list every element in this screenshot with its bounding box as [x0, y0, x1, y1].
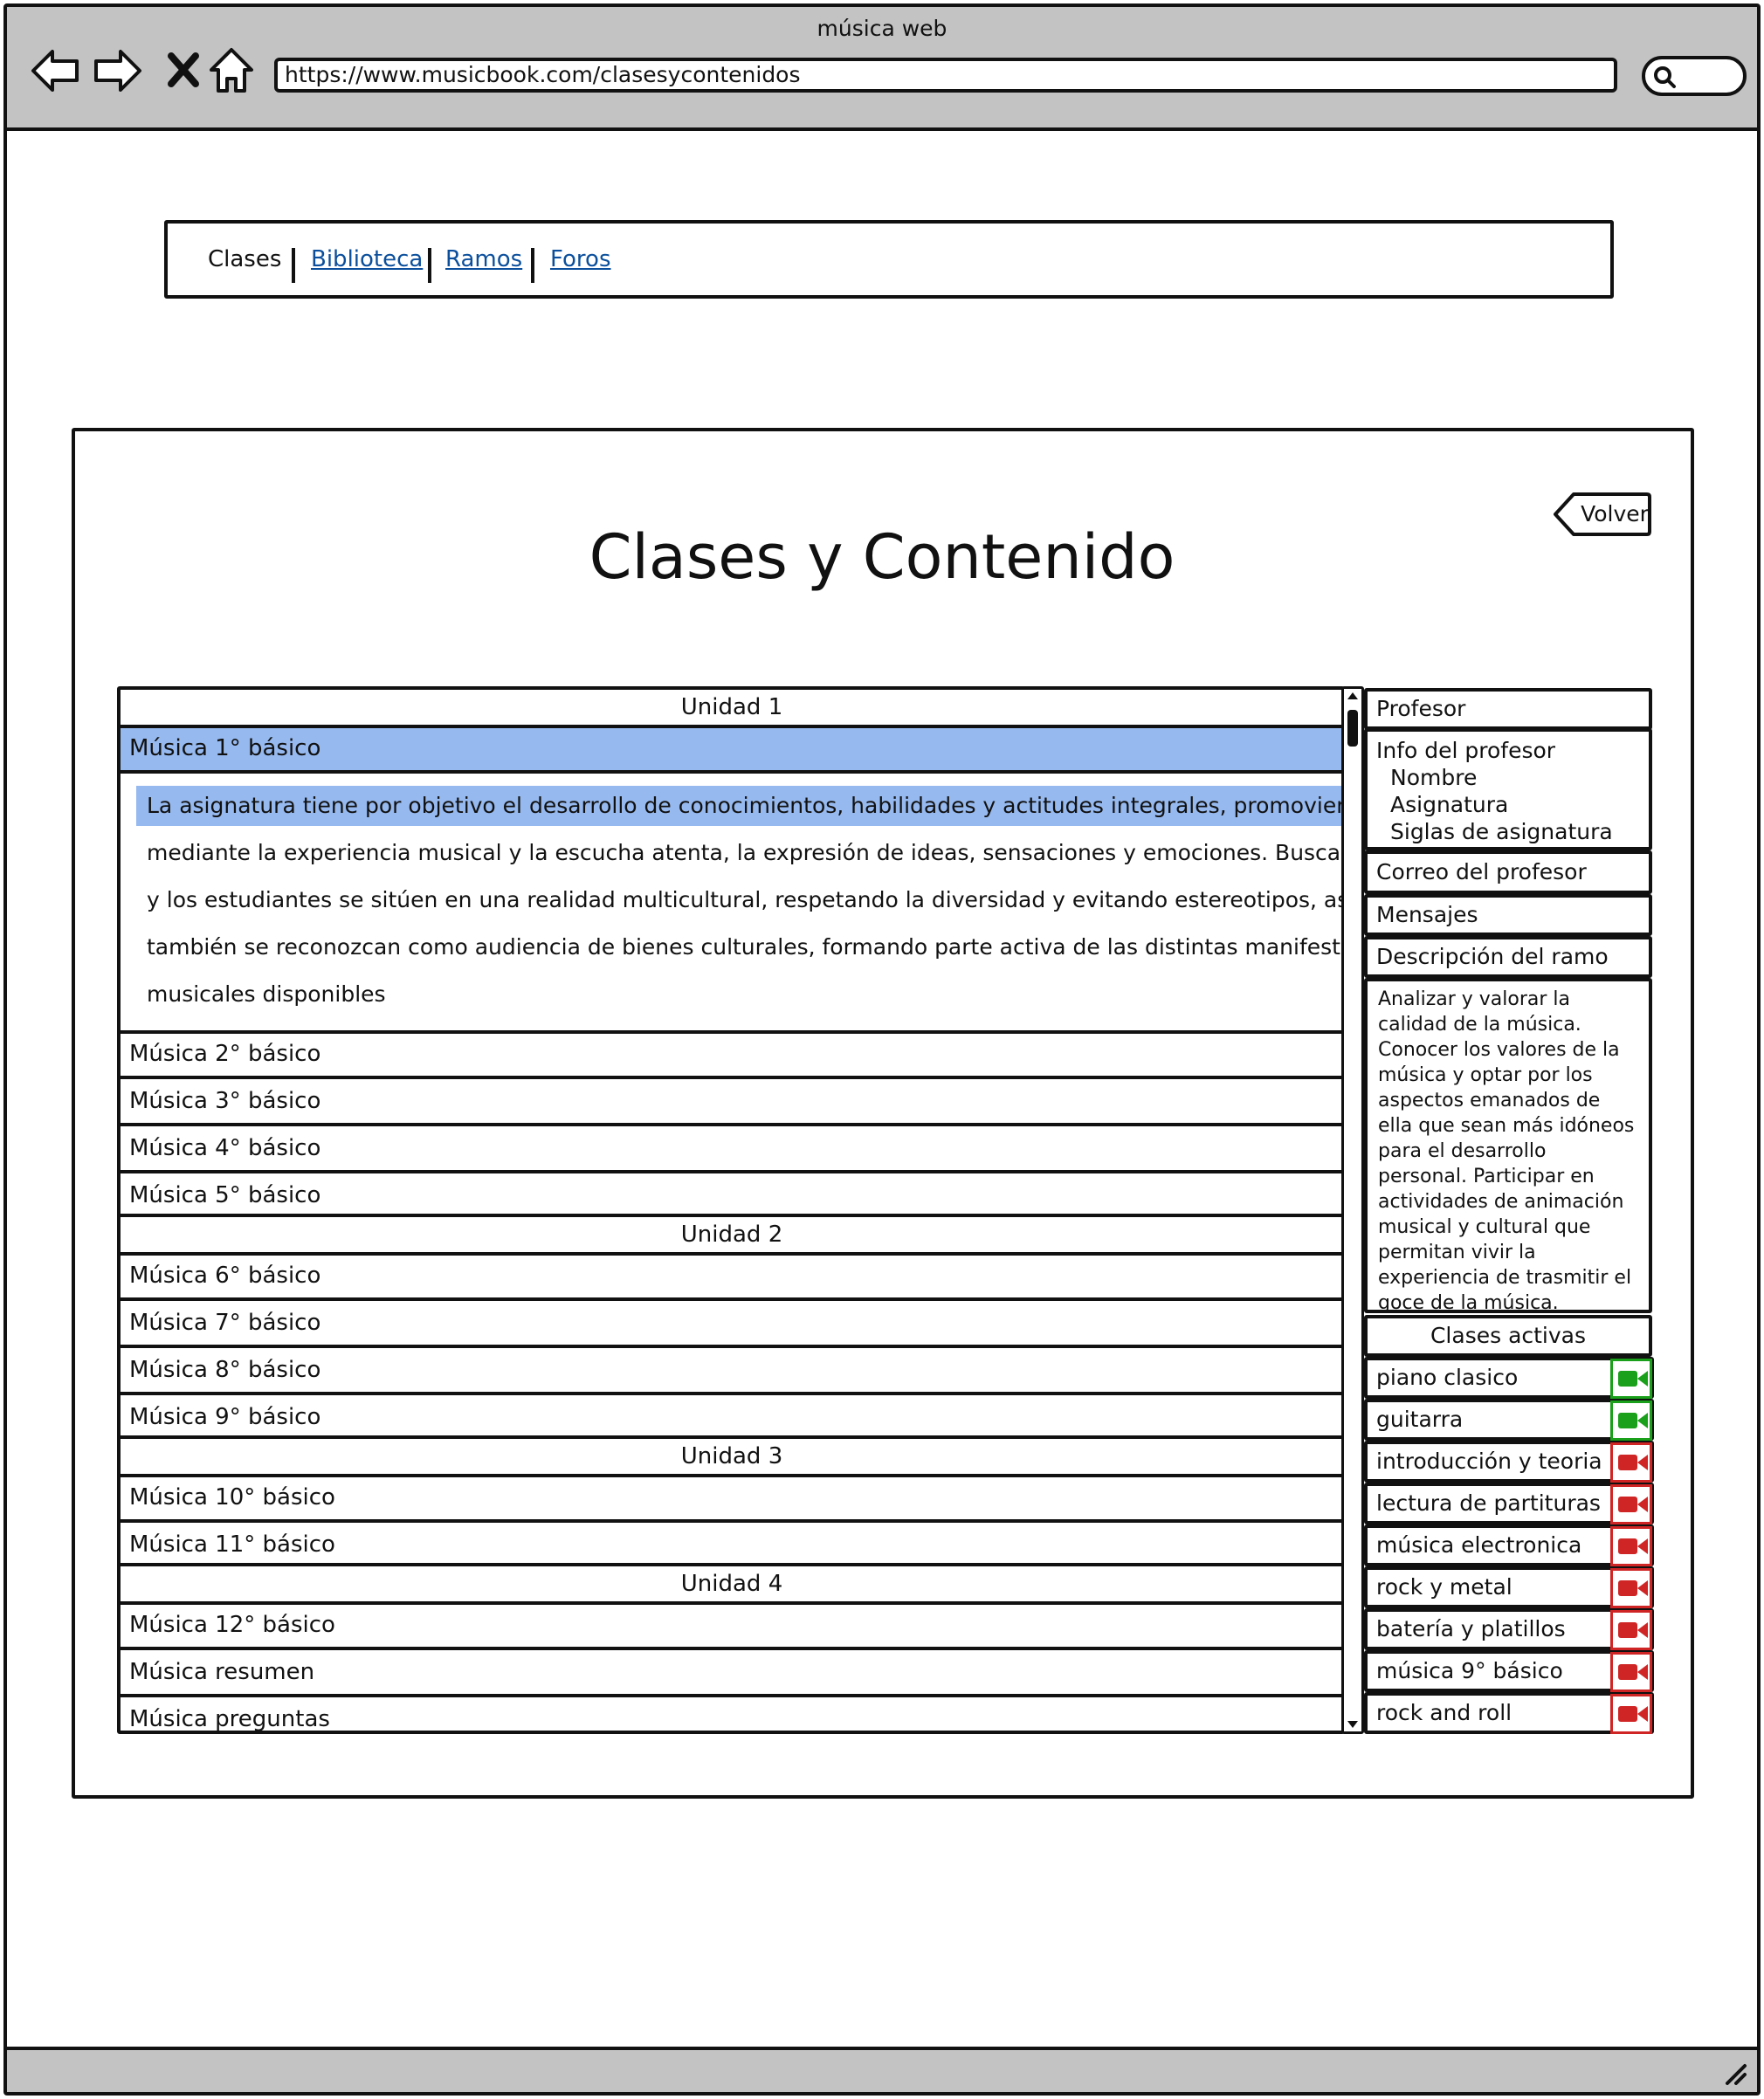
unit-header[interactable]: Unidad 1: [121, 690, 1343, 728]
clase-activa-item[interactable]: batería y platillos: [1364, 1608, 1654, 1650]
search-icon: [1654, 66, 1676, 88]
browser-search-input[interactable]: [1642, 56, 1747, 96]
list-item[interactable]: Música 10° básico: [121, 1477, 1343, 1523]
info-field-nombre: Nombre: [1390, 765, 1478, 790]
descripcion-ramo-title: Descripción del ramo: [1364, 936, 1652, 978]
clase-activa-label: música 9° básico: [1376, 1658, 1563, 1683]
list-item[interactable]: Música 3° básico: [121, 1081, 1343, 1126]
class-accordion: Unidad 1 Música 1° básico La asignatura …: [117, 686, 1426, 1734]
video-camera-icon[interactable]: [1610, 1526, 1652, 1566]
video-camera-icon[interactable]: [1610, 1568, 1652, 1608]
clase-activa-item[interactable]: piano clasico: [1364, 1357, 1654, 1399]
clase-activa-item[interactable]: rock and roll: [1364, 1692, 1654, 1734]
info-profesor-box: Info del profesor Nombre Asignatura Sigl…: [1364, 728, 1652, 850]
scroll-thumb[interactable]: [1347, 710, 1358, 747]
home-icon[interactable]: [206, 45, 257, 96]
list-item-selected[interactable]: Música 1° básico: [121, 728, 1343, 774]
descripcion-ramo-text: Analizar y valorar la calidad de la músi…: [1364, 978, 1652, 1314]
clases-activas-title: Clases activas: [1364, 1315, 1652, 1357]
unit-header[interactable]: Unidad 2: [121, 1217, 1343, 1256]
clase-activa-label: lectura de partituras: [1376, 1490, 1601, 1516]
description-line: y los estudiantes se sitúen en una reali…: [147, 887, 1422, 912]
menu-item-biblioteca[interactable]: Biblioteca: [311, 224, 423, 295]
list-scrollbar[interactable]: [1341, 686, 1364, 1734]
menu-item-foros[interactable]: Foros: [550, 224, 611, 295]
resize-handle-icon[interactable]: [1722, 2061, 1748, 2087]
clase-activa-item[interactable]: guitarra: [1364, 1399, 1654, 1441]
list-item[interactable]: Música 2° básico: [121, 1034, 1343, 1079]
forward-arrow-icon[interactable]: [93, 45, 143, 96]
list-item[interactable]: Música preguntas: [121, 1699, 1343, 1734]
clase-activa-item[interactable]: introducción y teoria: [1364, 1441, 1654, 1483]
url-bar[interactable]: https://www.musicbook.com/clasesyconteni…: [274, 58, 1617, 93]
close-icon[interactable]: [161, 45, 211, 96]
description-line: musicales disponibles: [147, 981, 386, 1007]
page-title: Clases y Contenido: [589, 521, 1175, 593]
list-item[interactable]: Música 7° básico: [121, 1303, 1343, 1348]
clase-activa-item[interactable]: rock y metal: [1364, 1566, 1654, 1608]
video-camera-icon[interactable]: [1610, 1400, 1652, 1441]
window-title: música web: [817, 16, 947, 41]
list-item[interactable]: Música 12° básico: [121, 1605, 1343, 1650]
list-item[interactable]: Música 11° básico: [121, 1524, 1343, 1566]
clase-activa-label: piano clasico: [1376, 1365, 1519, 1390]
description-line: La asignatura tiene por objetivo el desa…: [147, 793, 1385, 818]
list-item[interactable]: Música 9° básico: [121, 1397, 1343, 1439]
main-menu: Clases Biblioteca Ramos Foros: [164, 220, 1614, 299]
clase-activa-label: batería y platillos: [1376, 1616, 1566, 1641]
clase-activa-item[interactable]: música electronica: [1364, 1524, 1654, 1566]
unit-header[interactable]: Unidad 3: [121, 1439, 1343, 1477]
clase-activa-item[interactable]: lectura de partituras: [1364, 1483, 1654, 1524]
browser-titlebar: música web https://www.musicbook.com/cla…: [7, 7, 1757, 131]
menu-separator: [428, 248, 431, 283]
clase-activa-label: música electronica: [1376, 1532, 1582, 1558]
list-item[interactable]: Música resumen: [121, 1652, 1343, 1697]
mensajes[interactable]: Mensajes: [1364, 894, 1652, 936]
info-profesor-title: Info del profesor: [1376, 738, 1556, 763]
clase-activa-label: rock and roll: [1376, 1700, 1512, 1725]
list-item[interactable]: Música 8° básico: [121, 1350, 1343, 1395]
menu-item-clases[interactable]: Clases: [208, 224, 281, 295]
clase-activa-item[interactable]: música 9° básico: [1364, 1650, 1654, 1692]
video-camera-icon[interactable]: [1610, 1652, 1652, 1692]
clase-activa-label: rock y metal: [1376, 1574, 1512, 1600]
list-item[interactable]: Música 6° básico: [121, 1256, 1343, 1301]
menu-separator: [531, 248, 534, 283]
description-line: también se reconozcan como audiencia de …: [147, 934, 1424, 960]
video-camera-icon[interactable]: [1610, 1694, 1652, 1734]
menu-item-ramos[interactable]: Ramos: [445, 224, 522, 295]
video-camera-icon[interactable]: [1610, 1610, 1652, 1650]
list-item[interactable]: Música 4° básico: [121, 1128, 1343, 1173]
list-item[interactable]: Música 5° básico: [121, 1175, 1343, 1217]
unit-header[interactable]: Unidad 4: [121, 1566, 1343, 1605]
correo-profesor[interactable]: Correo del profesor: [1364, 850, 1652, 894]
clase-activa-label: guitarra: [1376, 1407, 1464, 1432]
back-arrow-icon[interactable]: [30, 45, 80, 96]
browser-statusbar: [7, 2047, 1757, 2092]
video-camera-icon[interactable]: [1610, 1484, 1652, 1524]
profesor-header[interactable]: Profesor: [1364, 688, 1652, 730]
info-field-asignatura: Asignatura: [1390, 792, 1509, 817]
clase-activa-label: introducción y teoria: [1376, 1449, 1602, 1474]
video-camera-icon[interactable]: [1610, 1442, 1652, 1483]
description-line: mediante la experiencia musical y la esc…: [147, 840, 1427, 865]
video-camera-icon[interactable]: [1610, 1359, 1652, 1399]
scroll-up-icon[interactable]: [1347, 691, 1359, 701]
info-field-siglas: Siglas de asignatura: [1390, 819, 1613, 844]
menu-separator: [292, 248, 295, 283]
scroll-down-icon[interactable]: [1347, 1719, 1359, 1730]
